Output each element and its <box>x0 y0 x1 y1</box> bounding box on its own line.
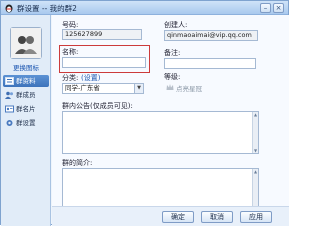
sidebar-item-group-settings[interactable]: 群设置 <box>3 117 49 129</box>
sidebar-item-group-info[interactable]: 群资料 <box>3 75 49 87</box>
category-label: 分类: <box>62 74 79 82</box>
card-icon <box>5 105 14 113</box>
category-select-value: 同学-广东省 <box>65 84 100 92</box>
group-info-panel: 号码: 125627899 创建人: qinmaoaimai@vip.qq.co… <box>52 15 289 226</box>
info-icon <box>5 77 14 85</box>
sidebar-item-group-card[interactable]: 群名片 <box>3 103 49 115</box>
cancel-button[interactable]: 取消 <box>201 211 233 223</box>
sidebar-item-label: 群资料 <box>16 77 36 85</box>
sidebar: 更换图标 群资料 群成员 群名片 群设置 <box>1 15 51 226</box>
close-button[interactable]: × <box>273 3 284 13</box>
remark-label: 备注: <box>164 49 181 57</box>
group-icon <box>11 28 41 58</box>
qq-penguin-icon <box>5 4 13 13</box>
scroll-up-icon[interactable]: ▲ <box>253 112 258 117</box>
apply-button[interactable]: 应用 <box>240 211 272 223</box>
group-settings-window: 群设置 -- 我的群2 – × 更换图标 群资料 群成员 群名片 群设置 号码:… <box>0 0 289 226</box>
light-crown-link[interactable]: 点亮星冠 <box>176 83 202 93</box>
group-name-input[interactable] <box>62 57 146 68</box>
scroll-down-icon[interactable]: ▼ <box>253 148 258 153</box>
chevron-down-icon: ▼ <box>134 84 143 93</box>
category-select[interactable]: 同学-广东省 ▼ <box>62 83 144 94</box>
title-bar[interactable]: 群设置 -- 我的群2 – × <box>1 1 288 15</box>
category-set-link[interactable]: (设置) <box>81 73 100 83</box>
members-icon <box>5 91 13 99</box>
creator-label: 创建人: <box>164 21 188 29</box>
grade-label: 等级: <box>164 73 181 81</box>
announcement-scrollbar[interactable]: ▲ ▼ <box>252 112 258 153</box>
sidebar-item-label: 群名片 <box>16 105 36 113</box>
remark-input[interactable] <box>164 58 256 69</box>
sidebar-item-group-members[interactable]: 群成员 <box>3 89 49 101</box>
crown-icon <box>166 84 174 90</box>
ok-button[interactable]: 确定 <box>162 211 194 223</box>
group-number-field: 125627899 <box>62 29 142 40</box>
announcement-textarea[interactable]: ▲ ▼ <box>62 111 259 154</box>
intro-label: 群的简介: <box>62 159 93 167</box>
announcement-label: 群内公告(仅成员可见): <box>62 102 133 110</box>
scroll-up-icon[interactable]: ▲ <box>253 169 258 174</box>
name-label: 名称: <box>62 48 79 56</box>
sidebar-nav: 群资料 群成员 群名片 群设置 <box>3 75 49 131</box>
dialog-footer: 确定 取消 应用 <box>52 206 289 226</box>
window-title: 群设置 -- 我的群2 <box>17 4 77 13</box>
sidebar-item-label: 群成员 <box>16 91 36 99</box>
change-icon-link[interactable]: 更换图标 <box>1 62 51 72</box>
settings-gear-icon <box>6 120 13 126</box>
sidebar-item-label: 群设置 <box>16 119 36 127</box>
minimize-button[interactable]: – <box>260 3 271 13</box>
creator-field: qinmaoaimai@vip.qq.com <box>164 30 258 41</box>
group-avatar[interactable] <box>10 27 42 59</box>
